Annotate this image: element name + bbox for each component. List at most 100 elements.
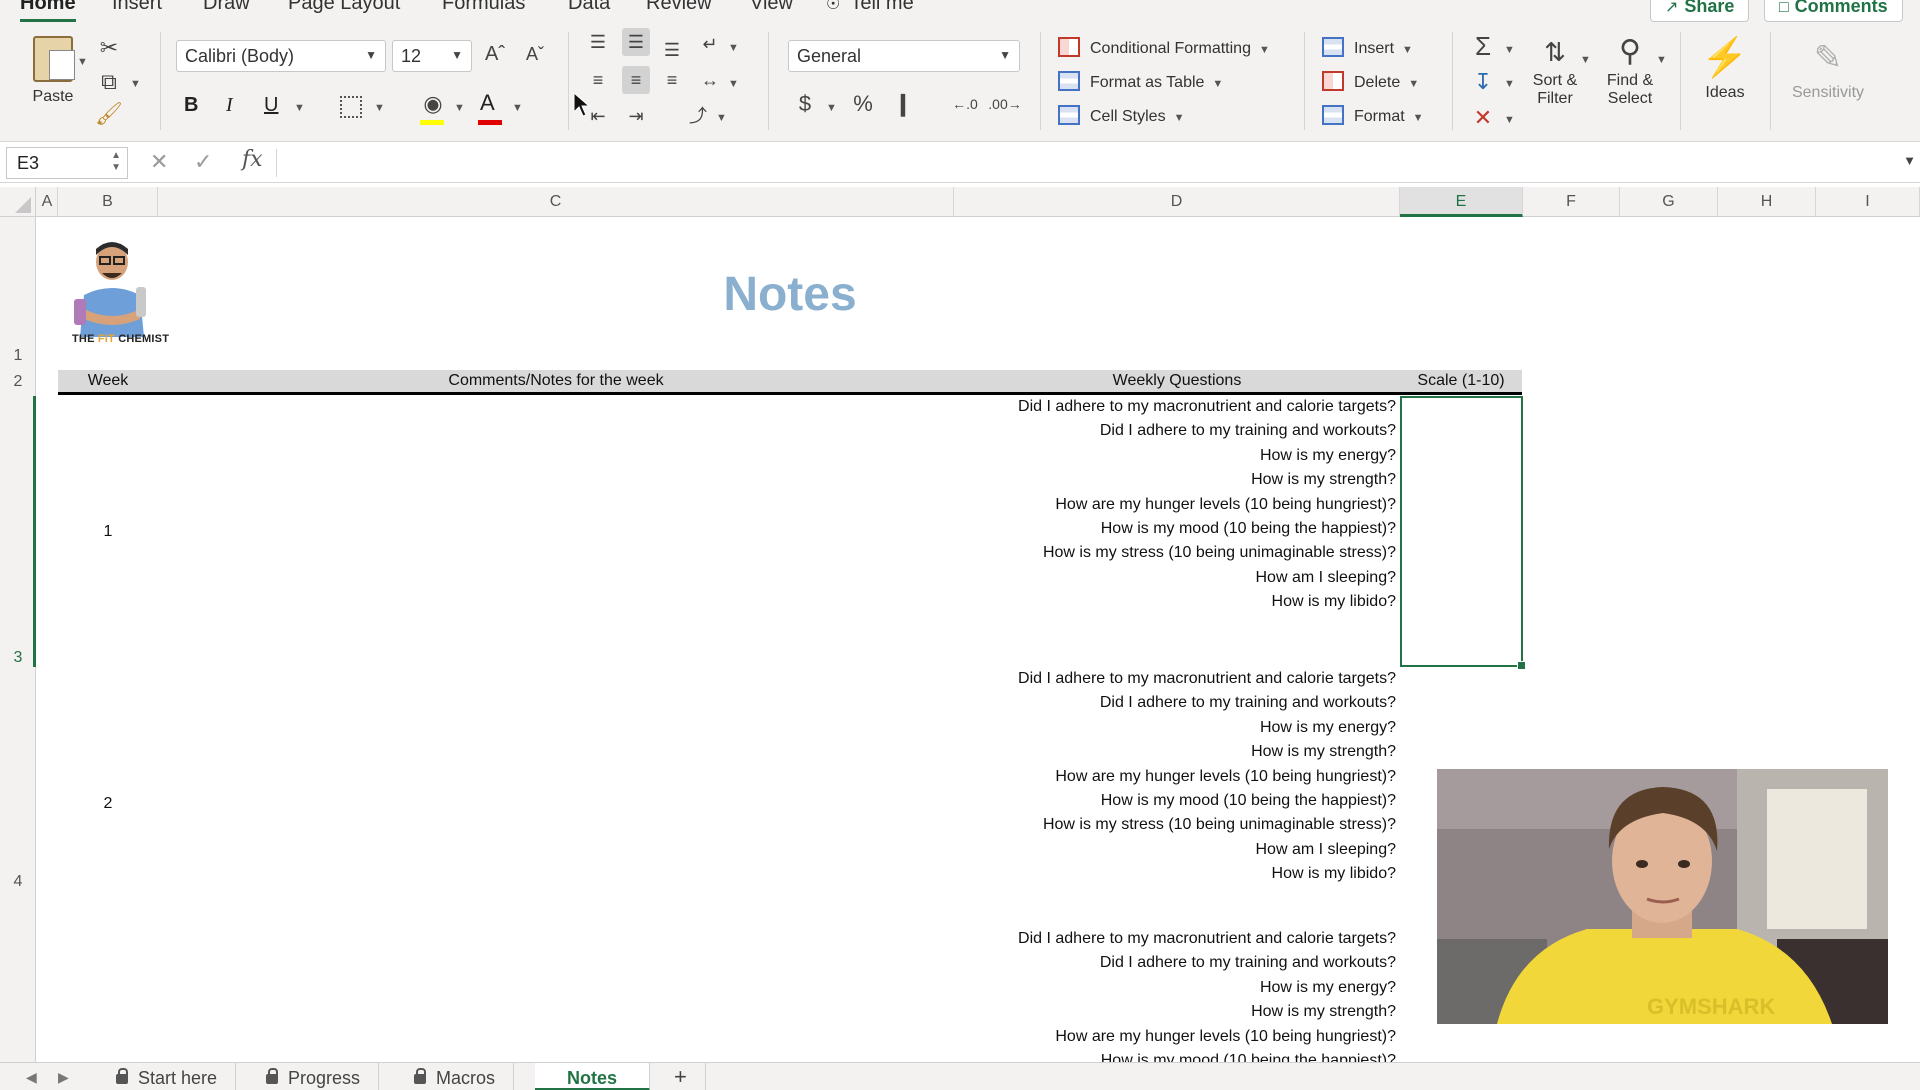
borders-icon[interactable] [340, 96, 362, 118]
align-center-icon[interactable]: ≡ [622, 66, 650, 94]
name-box-spinner-icon[interactable]: ▲ ▼ [111, 150, 121, 174]
sheet-tab-progress[interactable]: Progress [248, 1063, 380, 1090]
column-header-c[interactable]: C [158, 187, 954, 217]
header-scale[interactable]: Scale (1-10) [1400, 372, 1522, 390]
font-color-icon[interactable]: A [480, 90, 495, 116]
sort-filter-button[interactable]: ⇅ Sort & Filter [1524, 32, 1586, 108]
share-button[interactable]: ↗ Share [1650, 0, 1750, 22]
tab-home[interactable]: Home [20, 0, 76, 15]
format-painter-icon[interactable]: 🖌 [94, 100, 124, 128]
align-middle-icon[interactable]: ☰ [622, 28, 650, 56]
row-header-2[interactable]: 2 [0, 373, 36, 391]
align-right-icon[interactable]: ≡ [658, 66, 686, 94]
sort-filter-dropdown-icon[interactable]: ▼ [1580, 54, 1591, 66]
header-comments[interactable]: Comments/Notes for the week [158, 372, 954, 390]
cancel-icon[interactable]: ✕ [150, 149, 168, 175]
font-name-select[interactable]: Calibri (Body) ▼ [176, 40, 386, 72]
week-number[interactable]: 2 [78, 795, 138, 813]
comments-button[interactable]: □ Comments [1764, 0, 1903, 22]
tab-tell-me[interactable]: ☉ Tell me [826, 0, 914, 15]
column-header-f[interactable]: F [1523, 187, 1620, 217]
tab-draw[interactable]: Draw [203, 0, 250, 15]
tab-formulas[interactable]: Formulas [442, 0, 525, 15]
wrap-text-dropdown-icon[interactable]: ▼ [728, 42, 739, 54]
ideas-button[interactable]: ⚡ Ideas [1692, 32, 1758, 102]
conditional-formatting-button[interactable]: Conditional Formatting ▼ [1058, 36, 1270, 62]
comma-style-icon[interactable]: ❙ [888, 90, 918, 118]
select-all-button[interactable] [0, 187, 36, 217]
increase-font-size-icon[interactable]: Aˆ [480, 40, 510, 68]
format-as-table-button[interactable]: Format as Table ▼ [1058, 70, 1223, 96]
tab-data[interactable]: Data [568, 0, 610, 15]
tab-insert[interactable]: Insert [112, 0, 162, 15]
percent-icon[interactable]: % [848, 90, 878, 118]
week-number[interactable]: 1 [78, 523, 138, 541]
cut-icon[interactable]: ✂ [94, 34, 124, 62]
copy-icon[interactable]: ⧉ [94, 68, 124, 96]
week-1-questions[interactable]: Did I adhere to my macronutrient and cal… [1018, 395, 1396, 615]
column-header-d[interactable]: D [954, 187, 1400, 217]
merge-dropdown-icon[interactable]: ▼ [728, 78, 739, 90]
borders-dropdown-icon[interactable]: ▼ [374, 102, 385, 114]
increase-indent-icon[interactable]: ⇥ [622, 102, 650, 130]
row-header-4[interactable]: 4 [0, 873, 36, 891]
insert-function-button[interactable]: fx [242, 147, 263, 172]
currency-icon[interactable]: $ [790, 90, 820, 118]
week-3-questions[interactable]: Did I adhere to my macronutrient and cal… [1018, 927, 1396, 1062]
selected-cell-e3[interactable] [1400, 396, 1526, 670]
scroll-sheets-right-icon[interactable]: ▶ [58, 1069, 69, 1086]
column-header-a[interactable]: A [37, 187, 58, 217]
align-bottom-icon[interactable]: ☰ [658, 36, 686, 64]
format-cells-button[interactable]: Format ▼ [1322, 104, 1424, 130]
scroll-sheets-left-icon[interactable]: ◀ [26, 1069, 37, 1086]
italic-button[interactable]: I [226, 94, 233, 117]
tab-page-layout[interactable]: Page Layout [288, 0, 400, 15]
fill-color-dropdown-icon[interactable]: ▼ [454, 102, 465, 114]
currency-dropdown-icon[interactable]: ▼ [826, 102, 837, 114]
clear-dropdown-icon[interactable]: ▼ [1504, 114, 1515, 126]
sheet-tab-start-here[interactable]: Start here [98, 1063, 237, 1090]
orientation-dropdown-icon[interactable]: ▼ [716, 112, 727, 124]
align-top-icon[interactable]: ☰ [584, 28, 612, 56]
column-header-b[interactable]: B [58, 187, 158, 217]
enter-checkmark-icon[interactable]: ✓ [194, 149, 212, 175]
fill-color-icon[interactable]: ◉ [418, 90, 448, 118]
header-week[interactable]: Week [58, 372, 158, 390]
orientation-icon[interactable]: ⤴ [684, 102, 712, 130]
sheet-tab-notes[interactable]: Notes [535, 1063, 651, 1090]
autosum-icon[interactable]: Σ [1468, 32, 1498, 60]
clear-icon[interactable]: ✕ [1468, 104, 1498, 132]
week-2-questions[interactable]: Did I adhere to my macronutrient and cal… [1018, 667, 1396, 887]
number-format-select[interactable]: General ▼ [788, 40, 1020, 72]
font-size-select[interactable]: 12 ▼ [392, 40, 472, 72]
column-header-e[interactable]: E [1400, 187, 1523, 217]
find-select-button[interactable]: ⚲ Find & Select [1598, 32, 1662, 108]
formula-input[interactable] [284, 151, 1884, 175]
name-box[interactable]: E3 ▲ ▼ [6, 147, 128, 179]
copy-dropdown-icon[interactable]: ▼ [130, 78, 141, 90]
paste-dropdown-icon[interactable]: ▼ [77, 56, 88, 68]
delete-cells-button[interactable]: Delete ▼ [1322, 70, 1419, 96]
tab-view[interactable]: View [750, 0, 793, 15]
add-sheet-button[interactable]: + [656, 1063, 706, 1090]
sheet-tab-macros[interactable]: Macros [396, 1063, 515, 1090]
fill-icon[interactable]: ↧ [1468, 68, 1498, 96]
align-left-icon[interactable]: ≡ [584, 66, 612, 94]
underline-button[interactable]: U [264, 94, 278, 117]
column-header-g[interactable]: G [1620, 187, 1718, 217]
tab-review[interactable]: Review [646, 0, 712, 15]
row-header-3[interactable]: 3 [0, 649, 36, 667]
column-header-i[interactable]: I [1816, 187, 1920, 217]
paste-button[interactable]: Paste [18, 36, 88, 106]
sensitivity-button[interactable]: ✎ Sensitivity [1782, 32, 1874, 102]
font-color-dropdown-icon[interactable]: ▼ [512, 102, 523, 114]
underline-dropdown-icon[interactable]: ▼ [294, 102, 305, 114]
wrap-text-icon[interactable]: ↵ [696, 30, 724, 58]
decrease-font-size-icon[interactable]: Aˇ [520, 40, 550, 68]
expand-formula-bar-icon[interactable]: ▼ [1903, 153, 1916, 168]
column-header-h[interactable]: H [1718, 187, 1816, 217]
increase-decimal-icon[interactable]: ←.0 [948, 90, 982, 118]
decrease-decimal-icon[interactable]: .00→ [988, 90, 1022, 118]
row-header-1[interactable]: 1 [0, 347, 36, 365]
header-weekly-questions[interactable]: Weekly Questions [954, 372, 1400, 390]
